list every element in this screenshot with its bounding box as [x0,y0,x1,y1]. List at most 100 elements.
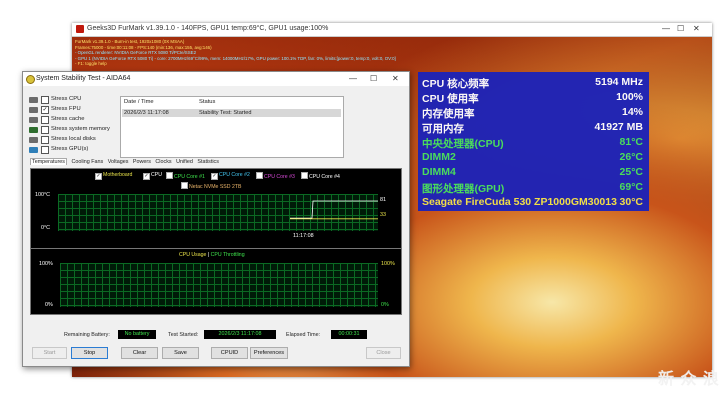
overlay-value: 30°C [619,196,643,208]
row-date: 2026/2/3 11:17:08 [124,110,169,116]
overlay-value: 100% [616,91,643,103]
checkbox[interactable]: ✓ [95,173,102,180]
minimize-icon[interactable]: — [349,74,357,83]
temperature-lines [290,200,378,220]
y-axis-bottom-right: 0% [381,302,389,308]
preferences-button[interactable]: Preferences [250,347,288,359]
option-label: Stress cache [51,116,85,122]
watermark-logo: 新 众 浪 测 [658,371,720,388]
legend-cpu-core-4[interactable]: CPU Core #4 [301,172,340,180]
battery-value: No battery [118,330,156,339]
cpuid-button[interactable]: CPUID [211,347,248,359]
column-header-date[interactable]: Date / Time [124,99,154,105]
save-button[interactable]: Save [162,347,199,359]
furmark-title: Geeks3D FurMark v1.39.1.0 - 140FPS, GPU1… [87,25,329,32]
checkbox[interactable] [41,146,49,154]
close-button[interactable]: Close [366,347,401,359]
overlay-row: 图形处理器(GPU) 69°C [422,181,646,196]
tab-unified[interactable]: Unified [176,159,193,165]
legend-label: CPU Core #1 [174,174,205,180]
minimize-icon[interactable]: — [662,24,670,33]
legend-cpu-core-3[interactable]: CPU Core #3 [256,172,295,180]
checkbox[interactable] [41,126,49,134]
legend-label: CPU Core #3 [264,174,295,180]
tab-powers[interactable]: Powers [133,159,151,165]
overlay-row: CPU 使用率 100% [422,91,646,106]
y-axis-top-right: 100% [381,261,395,267]
window-title: System Stability Test - AIDA64 [36,75,131,82]
legend-label: CPU Core #4 [309,174,340,180]
graph-tabs: Temperatures Cooling Fans Voltages Power… [30,158,400,168]
option-label: Stress CPU [51,96,82,102]
aida64-app-icon [26,75,35,84]
checkbox[interactable] [166,172,173,179]
legend-cpu-core-1[interactable]: CPU Core #1 [166,172,205,180]
tab-clocks[interactable]: Clocks [155,159,171,165]
legend-ssd[interactable]: Netac NVMe SSD 2TB [181,182,241,190]
tab-voltages[interactable]: Voltages [108,159,129,165]
column-header-status[interactable]: Status [199,99,215,105]
checkbox[interactable] [256,172,263,179]
start-button[interactable]: Start [32,347,67,359]
option-label: Stress local disks [51,136,96,142]
test-started-label: Test Started: [168,332,199,338]
checkbox[interactable]: ✓ [41,106,49,114]
legend-cpu[interactable]: ✓ CPU [143,172,162,180]
test-started-value: 2026/2/3 11:17:08 [204,330,276,339]
checkbox[interactable] [301,172,308,179]
overlay-label: 可用内存 [422,123,464,135]
furmark-info-text: FurMark v1.39.1.0 - Burn-in test, 1920x1… [75,39,396,67]
checkbox[interactable] [41,116,49,124]
overlay-label: DIMM4 [422,166,456,178]
status-log-table[interactable]: Date / Time Status 2026/2/3 11:17:08 Sta… [120,96,344,158]
time-label: 11:17:08 [293,233,314,239]
close-icon[interactable]: ✕ [392,74,399,83]
stop-button[interactable]: Stop [71,347,108,359]
cpu-usage-graph: CPU Usage | CPU Throttling 100% 0% 100% … [30,248,402,315]
cpu-throttling-label: CPU Throttling [210,252,245,258]
overlay-value: 81°C [619,136,643,148]
overlay-label: DIMM2 [422,151,456,163]
overlay-value: 14% [621,106,643,118]
clear-button[interactable]: Clear [121,347,158,359]
title-separator: | [207,252,210,258]
elapsed-label: Elapsed Time: [286,332,321,338]
furmark-info-line: - GPU 1 (NVIDIA GeForce RTX 5080 Ti) - c… [75,55,396,61]
checkbox[interactable]: ✓ [211,173,218,180]
disk-icon [29,137,38,143]
y-axis-bottom: 0°C [41,225,51,231]
cpu-temp-line [290,200,378,219]
furmark-app-icon [76,25,84,33]
overlay-value: 5194 MHz [595,76,643,88]
battery-label: Remaining Battery: [64,332,110,338]
maximize-icon[interactable]: ☐ [677,24,684,33]
legend-motherboard[interactable]: ✓ Motherboard [95,172,132,180]
furmark-titlebar[interactable]: Geeks3D FurMark v1.39.1.0 - 140FPS, GPU1… [72,23,712,37]
legend-label: CPU Core #2 [219,172,250,178]
aida64-titlebar[interactable]: System Stability Test - AIDA64 — ☐ ✕ [23,72,409,86]
checkbox[interactable] [41,136,49,144]
checkbox[interactable]: ✓ [143,173,150,180]
checkbox[interactable] [41,96,49,104]
overlay-row: DIMM4 25°C [422,166,646,181]
maximize-icon[interactable]: ☐ [370,74,377,83]
fpu-icon [29,107,38,113]
overlay-value: 26°C [619,151,643,163]
usage-title: CPU Usage | CPU Throttling [179,252,245,258]
table-row[interactable]: 2026/2/3 11:17:08 Stability Test: Starte… [122,109,341,117]
memory-icon [29,127,38,133]
close-icon[interactable]: ✕ [693,24,700,33]
legend-cpu-core-2[interactable]: ✓ CPU Core #2 [211,172,250,180]
overlay-row: Seagate FireCuda 530 ZP1000GM30013 30°C [422,196,646,211]
y-axis-top-left: 100% [39,261,53,267]
overlay-row: 内存使用率 14% [422,106,646,121]
tab-cooling-fans[interactable]: Cooling Fans [71,159,103,165]
legend-label: Netac NVMe SSD 2TB [189,184,242,190]
tab-temperatures[interactable]: Temperatures [30,158,67,165]
checkbox[interactable] [181,182,188,189]
motherboard-temp-value: 33 [380,212,386,218]
tab-statistics[interactable]: Statistics [197,159,219,165]
overlay-row: CPU 核心频率 5194 MHz [422,76,646,91]
aida64-stability-window: System Stability Test - AIDA64 — ☐ ✕ Str… [22,71,410,367]
overlay-label: Seagate FireCuda 530 ZP1000GM30013 [422,196,617,208]
